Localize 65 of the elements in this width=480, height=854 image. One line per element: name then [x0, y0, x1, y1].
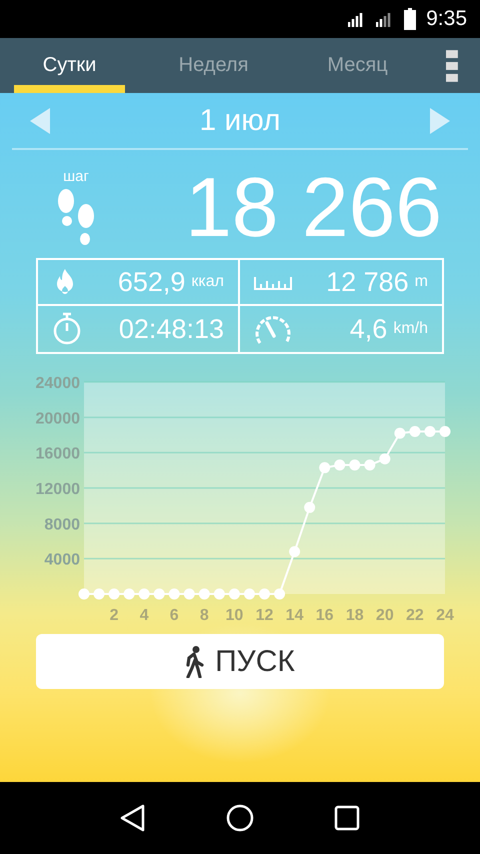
y-tick-label: 12000: [36, 481, 80, 498]
data-point: [244, 588, 255, 600]
x-tick-label: 14: [286, 607, 304, 624]
data-point: [184, 588, 195, 600]
data-point: [304, 502, 316, 513]
clock-time: 9:35: [426, 7, 467, 31]
walking-person-icon: [185, 646, 206, 678]
y-tick-label: 4000: [44, 552, 80, 569]
x-tick-label: 22: [406, 607, 424, 624]
y-tick-label: 8000: [44, 516, 80, 534]
stat-value: 4,6: [350, 314, 388, 344]
stat-value: 02:48:13: [118, 314, 224, 344]
data-point: [198, 588, 210, 600]
data-point: [379, 453, 390, 464]
y-tick-label: 24000: [36, 375, 80, 392]
x-tick-label: 8: [200, 607, 209, 624]
ruler-icon: [254, 274, 292, 290]
step-count: 18 266: [185, 165, 442, 249]
x-tick-label: 16: [316, 607, 334, 624]
stat-unit: km/h: [393, 320, 428, 338]
stat-value: 12 786: [326, 266, 409, 298]
data-point: [289, 546, 300, 558]
x-tick-label: 4: [140, 607, 149, 624]
x-tick-label: 24: [436, 607, 454, 624]
data-point: [394, 428, 406, 439]
data-point: [214, 588, 225, 600]
x-tick-label: 10: [226, 607, 244, 624]
data-point: [94, 588, 105, 600]
data-point: [154, 588, 165, 600]
y-tick-label: 16000: [36, 446, 80, 463]
back-icon[interactable]: [120, 804, 146, 832]
data-point: [108, 588, 120, 600]
data-point: [364, 460, 376, 471]
data-point: [138, 588, 150, 600]
data-point: [319, 462, 330, 474]
speedometer-icon: [254, 313, 292, 345]
data-point: [424, 426, 436, 437]
battery-icon: [404, 8, 416, 30]
x-tick-label: 18: [346, 607, 364, 624]
data-point: [124, 588, 135, 600]
stat-unit: m: [414, 273, 428, 291]
data-point: [349, 460, 360, 471]
footprints-icon: [55, 188, 97, 246]
menu-icon[interactable]: [446, 50, 458, 82]
y-tick-label: 20000: [36, 410, 80, 428]
start-button[interactable]: ПУСК: [36, 634, 444, 689]
data-point: [409, 426, 420, 437]
recent-apps-icon[interactable]: [334, 805, 360, 831]
data-point: [168, 588, 180, 600]
data-point: [440, 426, 450, 437]
date-label: 1 июл: [199, 104, 281, 138]
x-tick-label: 20: [376, 607, 394, 624]
stopwatch-icon: [52, 312, 82, 346]
x-tick-label: 12: [256, 607, 274, 624]
data-point: [259, 588, 270, 600]
home-icon[interactable]: [226, 804, 254, 832]
x-tick-label: 2: [110, 607, 119, 624]
data-point: [78, 588, 90, 600]
data-point: [228, 588, 240, 600]
data-point: [274, 588, 286, 600]
x-tick-label: 6: [170, 607, 179, 624]
data-point: [334, 460, 346, 471]
stat-value: 652,9: [118, 266, 186, 298]
stat-unit: ккал: [191, 273, 224, 291]
steps-label: шаг: [63, 168, 89, 184]
